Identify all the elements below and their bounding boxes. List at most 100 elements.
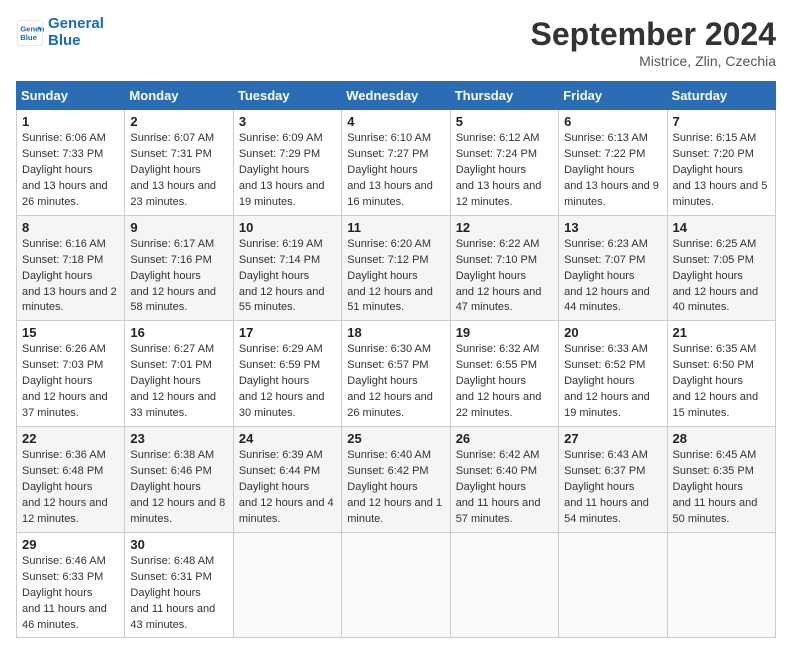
day-number: 8 <box>22 220 119 235</box>
location: Mistrice, Zlin, Czechia <box>531 53 776 69</box>
day-info: Sunrise: 6:48 AM Sunset: 6:31 PM Dayligh… <box>130 554 227 634</box>
day-info: Sunrise: 6:10 AM Sunset: 7:27 PM Dayligh… <box>347 131 444 211</box>
day-number: 15 <box>22 325 119 340</box>
day-cell: 15 Sunrise: 6:26 AM Sunset: 7:03 PM Dayl… <box>17 321 125 427</box>
day-info: Sunrise: 6:42 AM Sunset: 6:40 PM Dayligh… <box>456 448 553 528</box>
day-cell <box>233 532 341 638</box>
day-cell: 25 Sunrise: 6:40 AM Sunset: 6:42 PM Dayl… <box>342 427 450 533</box>
day-cell: 19 Sunrise: 6:32 AM Sunset: 6:55 PM Dayl… <box>450 321 558 427</box>
logo-icon: General Blue <box>16 19 44 47</box>
day-number: 3 <box>239 114 336 129</box>
day-number: 28 <box>673 431 770 446</box>
day-info: Sunrise: 6:06 AM Sunset: 7:33 PM Dayligh… <box>22 131 119 211</box>
day-info: Sunrise: 6:32 AM Sunset: 6:55 PM Dayligh… <box>456 342 553 422</box>
day-info: Sunrise: 6:46 AM Sunset: 6:33 PM Dayligh… <box>22 554 119 634</box>
week-row-2: 8 Sunrise: 6:16 AM Sunset: 7:18 PM Dayli… <box>17 215 776 321</box>
day-cell: 24 Sunrise: 6:39 AM Sunset: 6:44 PM Dayl… <box>233 427 341 533</box>
week-row-3: 15 Sunrise: 6:26 AM Sunset: 7:03 PM Dayl… <box>17 321 776 427</box>
day-info: Sunrise: 6:36 AM Sunset: 6:48 PM Dayligh… <box>22 448 119 528</box>
logo-line1: General <box>48 16 104 33</box>
day-cell: 6 Sunrise: 6:13 AM Sunset: 7:22 PM Dayli… <box>559 110 667 216</box>
week-row-4: 22 Sunrise: 6:36 AM Sunset: 6:48 PM Dayl… <box>17 427 776 533</box>
calendar-body: 1 Sunrise: 6:06 AM Sunset: 7:33 PM Dayli… <box>17 110 776 638</box>
day-number: 16 <box>130 325 227 340</box>
day-info: Sunrise: 6:07 AM Sunset: 7:31 PM Dayligh… <box>130 131 227 211</box>
day-info: Sunrise: 6:45 AM Sunset: 6:35 PM Dayligh… <box>673 448 770 528</box>
day-info: Sunrise: 6:27 AM Sunset: 7:01 PM Dayligh… <box>130 342 227 422</box>
day-cell: 21 Sunrise: 6:35 AM Sunset: 6:50 PM Dayl… <box>667 321 775 427</box>
day-number: 23 <box>130 431 227 446</box>
day-number: 1 <box>22 114 119 129</box>
day-info: Sunrise: 6:23 AM Sunset: 7:07 PM Dayligh… <box>564 237 661 317</box>
day-cell: 1 Sunrise: 6:06 AM Sunset: 7:33 PM Dayli… <box>17 110 125 216</box>
day-info: Sunrise: 6:29 AM Sunset: 6:59 PM Dayligh… <box>239 342 336 422</box>
day-info: Sunrise: 6:30 AM Sunset: 6:57 PM Dayligh… <box>347 342 444 422</box>
day-info: Sunrise: 6:25 AM Sunset: 7:05 PM Dayligh… <box>673 237 770 317</box>
day-number: 22 <box>22 431 119 446</box>
day-number: 27 <box>564 431 661 446</box>
day-cell: 29 Sunrise: 6:46 AM Sunset: 6:33 PM Dayl… <box>17 532 125 638</box>
day-info: Sunrise: 6:22 AM Sunset: 7:10 PM Dayligh… <box>456 237 553 317</box>
day-number: 19 <box>456 325 553 340</box>
day-info: Sunrise: 6:43 AM Sunset: 6:37 PM Dayligh… <box>564 448 661 528</box>
day-info: Sunrise: 6:17 AM Sunset: 7:16 PM Dayligh… <box>130 237 227 317</box>
day-number: 2 <box>130 114 227 129</box>
day-info: Sunrise: 6:13 AM Sunset: 7:22 PM Dayligh… <box>564 131 661 211</box>
day-number: 5 <box>456 114 553 129</box>
day-cell: 11 Sunrise: 6:20 AM Sunset: 7:12 PM Dayl… <box>342 215 450 321</box>
day-number: 7 <box>673 114 770 129</box>
day-number: 25 <box>347 431 444 446</box>
day-info: Sunrise: 6:35 AM Sunset: 6:50 PM Dayligh… <box>673 342 770 422</box>
title-block: September 2024 Mistrice, Zlin, Czechia <box>531 16 776 69</box>
day-cell: 18 Sunrise: 6:30 AM Sunset: 6:57 PM Dayl… <box>342 321 450 427</box>
day-cell: 23 Sunrise: 6:38 AM Sunset: 6:46 PM Dayl… <box>125 427 233 533</box>
day-info: Sunrise: 6:38 AM Sunset: 6:46 PM Dayligh… <box>130 448 227 528</box>
day-number: 4 <box>347 114 444 129</box>
day-cell: 30 Sunrise: 6:48 AM Sunset: 6:31 PM Dayl… <box>125 532 233 638</box>
day-cell: 20 Sunrise: 6:33 AM Sunset: 6:52 PM Dayl… <box>559 321 667 427</box>
logo-line2: Blue <box>48 33 104 50</box>
day-cell: 16 Sunrise: 6:27 AM Sunset: 7:01 PM Dayl… <box>125 321 233 427</box>
day-info: Sunrise: 6:33 AM Sunset: 6:52 PM Dayligh… <box>564 342 661 422</box>
day-cell: 14 Sunrise: 6:25 AM Sunset: 7:05 PM Dayl… <box>667 215 775 321</box>
day-number: 24 <box>239 431 336 446</box>
day-info: Sunrise: 6:16 AM Sunset: 7:18 PM Dayligh… <box>22 237 119 317</box>
day-cell: 26 Sunrise: 6:42 AM Sunset: 6:40 PM Dayl… <box>450 427 558 533</box>
svg-text:Blue: Blue <box>20 33 37 42</box>
day-info: Sunrise: 6:15 AM Sunset: 7:20 PM Dayligh… <box>673 131 770 211</box>
logo: General Blue General Blue <box>16 16 104 49</box>
week-row-1: 1 Sunrise: 6:06 AM Sunset: 7:33 PM Dayli… <box>17 110 776 216</box>
day-cell <box>342 532 450 638</box>
day-number: 13 <box>564 220 661 235</box>
day-number: 11 <box>347 220 444 235</box>
header-cell-thursday: Thursday <box>450 82 558 110</box>
calendar-header: SundayMondayTuesdayWednesdayThursdayFrid… <box>17 82 776 110</box>
week-row-5: 29 Sunrise: 6:46 AM Sunset: 6:33 PM Dayl… <box>17 532 776 638</box>
day-number: 20 <box>564 325 661 340</box>
day-cell: 10 Sunrise: 6:19 AM Sunset: 7:14 PM Dayl… <box>233 215 341 321</box>
day-cell: 9 Sunrise: 6:17 AM Sunset: 7:16 PM Dayli… <box>125 215 233 321</box>
header-cell-friday: Friday <box>559 82 667 110</box>
header-cell-tuesday: Tuesday <box>233 82 341 110</box>
day-number: 6 <box>564 114 661 129</box>
day-number: 12 <box>456 220 553 235</box>
day-info: Sunrise: 6:19 AM Sunset: 7:14 PM Dayligh… <box>239 237 336 317</box>
header-row: SundayMondayTuesdayWednesdayThursdayFrid… <box>17 82 776 110</box>
day-number: 29 <box>22 537 119 552</box>
header-cell-monday: Monday <box>125 82 233 110</box>
day-cell: 3 Sunrise: 6:09 AM Sunset: 7:29 PM Dayli… <box>233 110 341 216</box>
day-cell: 4 Sunrise: 6:10 AM Sunset: 7:27 PM Dayli… <box>342 110 450 216</box>
header-cell-sunday: Sunday <box>17 82 125 110</box>
day-cell: 5 Sunrise: 6:12 AM Sunset: 7:24 PM Dayli… <box>450 110 558 216</box>
day-cell <box>667 532 775 638</box>
day-info: Sunrise: 6:12 AM Sunset: 7:24 PM Dayligh… <box>456 131 553 211</box>
day-info: Sunrise: 6:26 AM Sunset: 7:03 PM Dayligh… <box>22 342 119 422</box>
day-number: 18 <box>347 325 444 340</box>
page-header: General Blue General Blue September 2024… <box>16 16 776 69</box>
day-cell: 22 Sunrise: 6:36 AM Sunset: 6:48 PM Dayl… <box>17 427 125 533</box>
day-info: Sunrise: 6:20 AM Sunset: 7:12 PM Dayligh… <box>347 237 444 317</box>
day-cell <box>559 532 667 638</box>
day-cell: 28 Sunrise: 6:45 AM Sunset: 6:35 PM Dayl… <box>667 427 775 533</box>
header-cell-saturday: Saturday <box>667 82 775 110</box>
day-cell: 7 Sunrise: 6:15 AM Sunset: 7:20 PM Dayli… <box>667 110 775 216</box>
